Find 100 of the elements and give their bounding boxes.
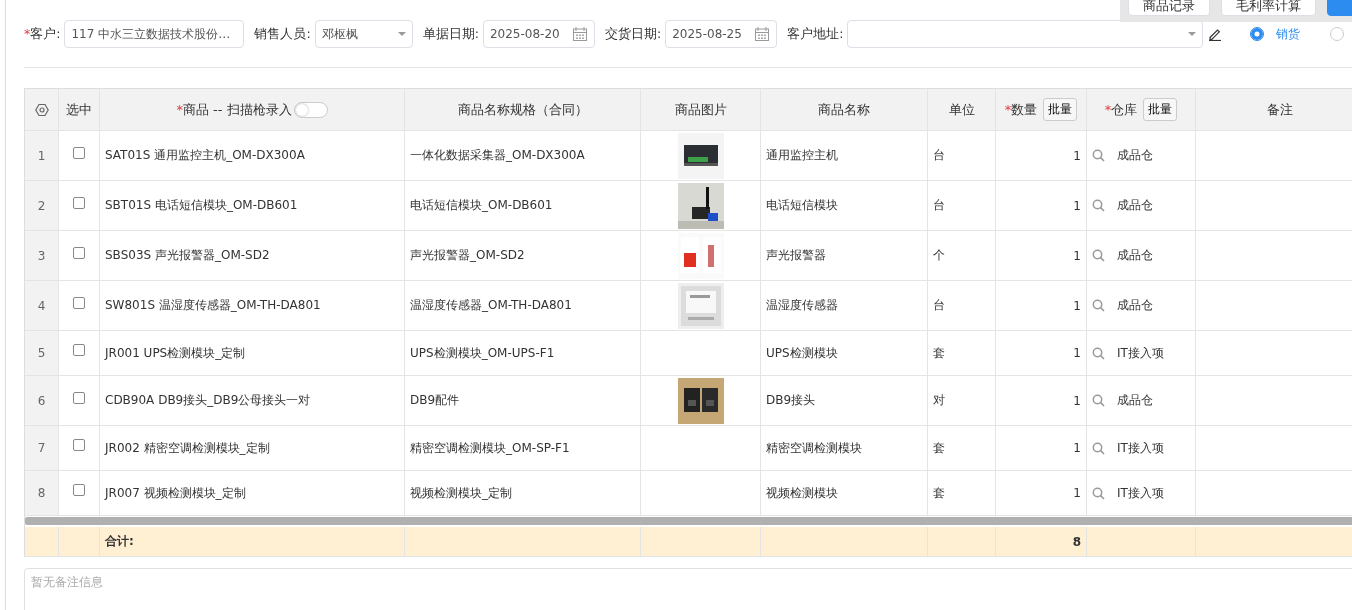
search-icon[interactable] [1092, 441, 1105, 455]
batch-button[interactable]: 批量 [1143, 98, 1178, 121]
select-field[interactable]: 邓枢枫 [314, 20, 413, 48]
row-number: 4 [25, 281, 59, 331]
search-icon[interactable] [1092, 394, 1105, 407]
settings-icon[interactable] [34, 102, 49, 117]
search-icon[interactable] [1092, 346, 1105, 360]
table-cell: 电话短信模块 [766, 197, 838, 214]
row-checkbox[interactable] [73, 146, 85, 159]
search-icon[interactable] [1092, 199, 1105, 212]
table-cell: JR001 UPS检测模块_定制 [105, 344, 246, 362]
row-checkbox[interactable] [73, 246, 85, 259]
table-cell: IT接入项 [1117, 344, 1164, 362]
row-checkbox[interactable] [73, 484, 85, 496]
table-cell: 套 [933, 439, 945, 457]
edit-icon[interactable] [1208, 27, 1223, 41]
table-cell: DB9接头 [766, 392, 816, 409]
table-cell: 套 [933, 484, 945, 502]
table-cell: IT接入项 [1117, 439, 1164, 457]
radio-button[interactable] [1250, 27, 1265, 41]
row-checkbox[interactable] [73, 439, 85, 451]
table-cell: 1 [1073, 346, 1081, 360]
table-cell: 1 [1073, 298, 1081, 313]
column-header: *仓库 [1104, 100, 1138, 119]
column-header: *数量 [1004, 100, 1038, 119]
table-cell: 台 [933, 147, 945, 164]
table-cell: 精密空调检测模块_OM-SP-F1 [410, 439, 570, 457]
table-cell: IT接入项 [1117, 484, 1164, 502]
customer-field[interactable]: 117 中水三立数据技术股份… [64, 20, 245, 48]
search-icon[interactable] [1092, 149, 1105, 162]
table-cell: 声光报警器_OM-SD2 [410, 247, 525, 264]
table-cell: 成品仓 [1117, 297, 1153, 314]
row-number: 1 [25, 131, 59, 181]
radio-label: 销货 [1276, 25, 1301, 43]
table-cell: SAT01S 通用监控主机_OM-DX300A [105, 147, 305, 164]
search-icon[interactable] [1092, 299, 1105, 312]
table-cell: 1 [1073, 486, 1081, 500]
table-cell: JR002 精密空调检测模块_定制 [105, 439, 270, 457]
table-cell: 台 [933, 197, 945, 214]
table-cell: 精密空调检测模块 [766, 439, 862, 457]
row-number: 6 [25, 376, 59, 426]
table-cell: 一体化数据采集器_OM-DX300A [410, 147, 585, 164]
table-cell: 通用监控主机 [766, 147, 838, 164]
field-label: 客户地址: [787, 25, 844, 43]
batch-button[interactable]: 批量 [1043, 98, 1078, 121]
table-cell: SBS03S 声光报警器_OM-SD2 [105, 247, 270, 264]
field-label: 销售人员: [254, 25, 311, 43]
table-cell: 1 [1073, 248, 1081, 263]
table-cell: 视频检测模块_定制 [410, 484, 512, 502]
row-number: 5 [25, 331, 59, 376]
table-cell: 1 [1073, 393, 1081, 408]
total-quantity: 8 [1072, 534, 1081, 549]
table-cell: 成品仓 [1117, 147, 1153, 164]
table-cell: 视频检测模块 [766, 484, 838, 502]
table-cell: 套 [933, 344, 945, 362]
remarks-field[interactable]: 暂无备注信息 [24, 568, 1352, 610]
table-cell: DB9配件 [410, 392, 460, 409]
field-label: 单据日期: [422, 25, 479, 43]
field-label: 交货日期: [604, 25, 662, 43]
column-header: 商品名称规格（合同） [457, 100, 588, 119]
date-field[interactable]: 2025-08-20 [482, 20, 595, 48]
row-number: 3 [25, 231, 59, 281]
table-cell: 成品仓 [1117, 197, 1153, 214]
table-cell: 温湿度传感器_OM-TH-DA801 [410, 297, 572, 314]
address-field[interactable] [847, 20, 1204, 48]
table-cell: 成品仓 [1117, 392, 1153, 409]
calendar-icon[interactable] [754, 26, 771, 42]
row-number: 7 [25, 426, 59, 471]
toggle-switch[interactable] [293, 101, 328, 118]
table-cell: SBT01S 电话短信模块_OM-DB601 [105, 197, 298, 214]
column-header: 备注 [1267, 100, 1293, 119]
row-checkbox[interactable] [73, 391, 85, 404]
column-header: *商品 -- 扫描枪录入 [176, 100, 292, 119]
table-cell: JR007 视频检测模块_定制 [105, 484, 246, 502]
table-cell: SW801S 温湿度传感器_OM-TH-DA801 [105, 297, 321, 314]
table-cell: CDB90A DB9接头_DB9公母接头一对 [105, 392, 311, 409]
row-checkbox[interactable] [73, 196, 85, 209]
search-icon[interactable] [1092, 486, 1105, 500]
row-number: 8 [25, 471, 59, 516]
column-header: 商品图片 [674, 100, 727, 119]
field-label: *客户: [24, 25, 61, 43]
total-label: 合计: [105, 533, 134, 550]
table-cell: 1 [1073, 441, 1081, 455]
row-number: 2 [25, 181, 59, 231]
table-cell: 个 [933, 247, 945, 264]
scrollbar[interactable] [25, 517, 1352, 525]
table-cell: 温湿度传感器 [766, 297, 838, 314]
calendar-icon[interactable] [571, 26, 588, 42]
date-field[interactable]: 2025-08-25 [665, 20, 778, 48]
table-cell: 对 [933, 392, 945, 409]
row-checkbox[interactable] [73, 344, 85, 356]
column-header: 商品名称 [818, 100, 870, 119]
table-cell: 1 [1073, 148, 1081, 163]
table-cell: 1 [1073, 198, 1081, 213]
row-checkbox[interactable] [73, 296, 85, 309]
table-cell: 电话短信模块_OM-DB601 [410, 197, 553, 214]
search-icon[interactable] [1092, 249, 1105, 262]
column-header: 选中 [66, 100, 92, 119]
table-cell: 成品仓 [1117, 247, 1153, 264]
table-cell: 声光报警器 [766, 247, 826, 264]
